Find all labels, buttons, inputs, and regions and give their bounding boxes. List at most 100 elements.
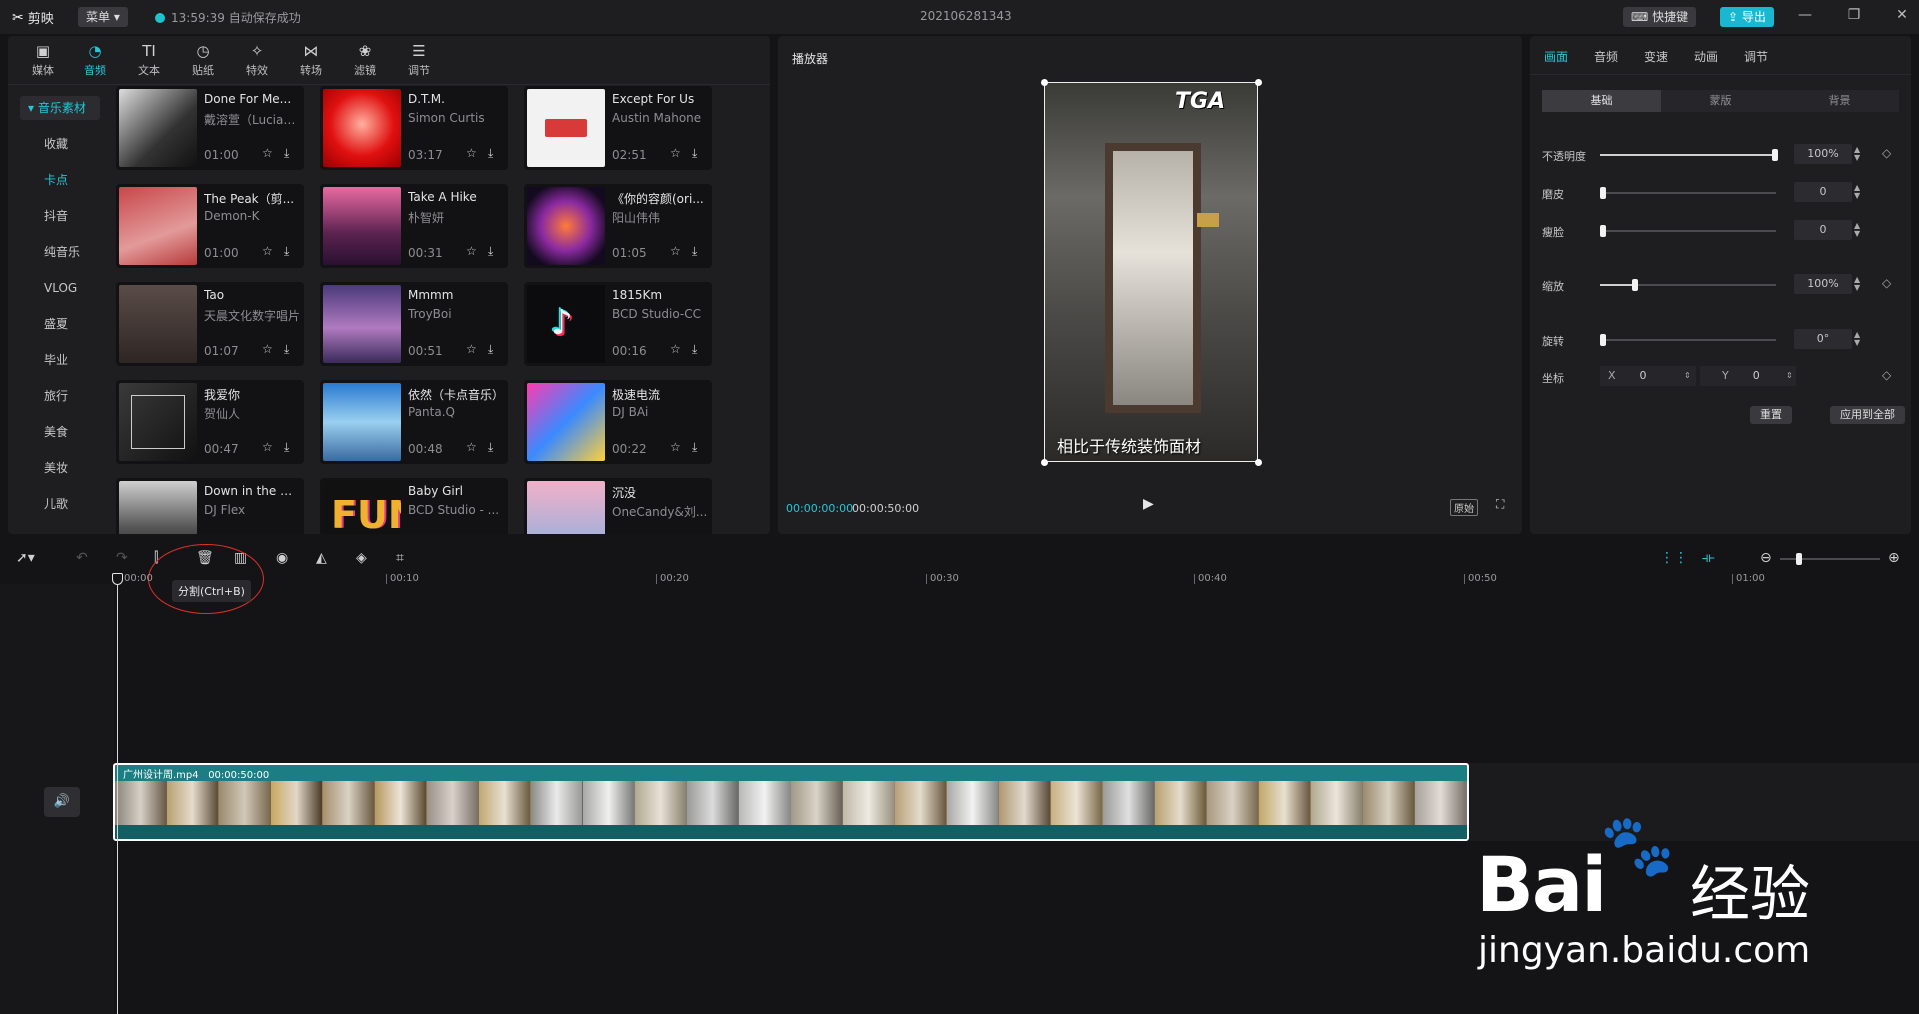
rotate-icon[interactable]: ◈ — [356, 550, 367, 566]
slim-face-value[interactable]: 0 — [1794, 220, 1852, 240]
music-card[interactable]: 依然（卡点音乐） Panta.Q 00:48 ☆ ⤓ — [320, 380, 508, 464]
stepper-icon[interactable]: ⇕ — [1684, 366, 1691, 386]
download-icon[interactable]: ⤓ — [488, 146, 493, 161]
resize-handle[interactable] — [1255, 79, 1262, 86]
tab-text[interactable]: TI 文本 — [122, 40, 176, 80]
undo-icon[interactable]: ↶ — [76, 550, 88, 566]
keyframe-icon[interactable]: ◇ — [1882, 276, 1891, 290]
music-card[interactable]: 我爱你 贺仙人 00:47 ☆ ⤓ — [116, 380, 304, 464]
tab-media[interactable]: ▣ 媒体 — [16, 40, 70, 80]
category-summer[interactable]: 盛夏 — [20, 312, 100, 336]
resize-handle[interactable] — [1041, 79, 1048, 86]
select-tool-icon[interactable]: ➚▾ — [16, 550, 35, 566]
music-card[interactable]: D.T.M. Simon Curtis 03:17 ☆ ⤓ — [320, 86, 508, 170]
star-icon[interactable]: ☆ — [466, 244, 477, 258]
category-beauty[interactable]: 美妆 — [20, 456, 100, 480]
close-icon[interactable]: ✕ — [1892, 7, 1912, 23]
zoom-slider[interactable] — [1780, 553, 1880, 565]
music-card[interactable]: ♪ 1815Km BCD Studio-CC 00:16 ☆ ⤓ — [524, 282, 712, 366]
slider-knob[interactable] — [1600, 187, 1606, 199]
original-ratio-button[interactable]: 原始 — [1450, 499, 1478, 516]
playhead[interactable] — [117, 574, 118, 1014]
scale-slider[interactable] — [1600, 279, 1776, 291]
tab-filter[interactable]: ❀ 滤镜 — [338, 40, 392, 80]
tab-animation[interactable]: 动画 — [1694, 48, 1718, 65]
smooth-skin-slider[interactable] — [1600, 187, 1776, 199]
slider-knob[interactable] — [1632, 279, 1638, 291]
tab-adjust[interactable]: ☰ 调节 — [392, 40, 446, 80]
category-favorites[interactable]: 收藏 — [20, 132, 100, 156]
music-card[interactable]: 沉没 OneCandy&刘... — [524, 478, 712, 534]
music-card[interactable]: Tao 天晨文化数字唱片 01:07 ☆ ⤓ — [116, 282, 304, 366]
segment-basic[interactable]: 基础 — [1542, 90, 1661, 112]
music-card[interactable]: Done For Me... 戴溶萱（Lucian... 01:00 ☆ ⤓ — [116, 86, 304, 170]
apply-to-all-button[interactable]: 应用到全部 — [1830, 406, 1905, 424]
star-icon[interactable]: ☆ — [262, 342, 273, 356]
category-travel[interactable]: 旅行 — [20, 384, 100, 408]
play-icon[interactable]: ▶ — [1143, 496, 1154, 512]
opacity-slider[interactable] — [1600, 149, 1778, 161]
music-card[interactable]: Except For Us Austin Mahone 02:51 ☆ ⤓ — [524, 86, 712, 170]
download-icon[interactable]: ⤓ — [284, 244, 289, 259]
reset-button[interactable]: 重置 — [1750, 406, 1792, 424]
resize-handle[interactable] — [1255, 459, 1262, 466]
track-audio-icon[interactable]: 🔊 — [44, 787, 80, 817]
resize-handle[interactable] — [1041, 459, 1048, 466]
restore-icon[interactable]: ❐ — [1844, 7, 1864, 23]
rotation-slider[interactable] — [1600, 334, 1776, 346]
tab-sticker[interactable]: ◷ 贴纸 — [176, 40, 230, 80]
star-icon[interactable]: ☆ — [466, 146, 477, 160]
export-button[interactable]: ⇪ 导出 — [1720, 7, 1774, 27]
stepper-icon[interactable]: ▲ ▼ — [1854, 184, 1860, 200]
tab-effects[interactable]: ✧ 特效 — [230, 40, 284, 80]
download-icon[interactable]: ⤓ — [284, 342, 289, 357]
minimize-icon[interactable]: — — [1795, 7, 1815, 23]
zoom-in-icon[interactable]: ⊕ — [1888, 550, 1900, 566]
zoom-out-icon[interactable]: ⊖ — [1760, 550, 1772, 566]
snap-icon[interactable]: ⋮⋮ — [1660, 550, 1688, 566]
slim-face-slider[interactable] — [1600, 225, 1776, 237]
star-icon[interactable]: ☆ — [670, 440, 681, 454]
fullscreen-icon[interactable]: ⛶ — [1496, 497, 1504, 512]
music-card[interactable]: 极速电流 DJ BAi 00:22 ☆ ⤓ — [524, 380, 712, 464]
stepper-icon[interactable]: ▲ ▼ — [1854, 331, 1860, 347]
position-x-field[interactable]: X 0 ⇕ — [1600, 366, 1696, 386]
video-preview[interactable]: TGA 相比于传统装饰面材 — [1044, 82, 1258, 462]
music-card[interactable]: Take A Hike 朴智妍 00:31 ☆ ⤓ — [320, 184, 508, 268]
category-pure-music[interactable]: 纯音乐 — [20, 240, 100, 264]
reverse-icon[interactable]: ◉ — [276, 550, 288, 566]
music-card[interactable]: Down in the D... DJ Flex — [116, 478, 304, 534]
keyframe-icon[interactable]: ◇ — [1882, 368, 1891, 382]
star-icon[interactable]: ☆ — [262, 244, 273, 258]
music-card[interactable]: 《你的容颜(ori... 阳山伟伟 01:05 ☆ ⤓ — [524, 184, 712, 268]
music-card[interactable]: The Peak（剪... Demon-K 01:00 ☆ ⤓ — [116, 184, 304, 268]
shortcut-button[interactable]: ⌨ 快捷键 — [1623, 7, 1697, 27]
star-icon[interactable]: ☆ — [670, 146, 681, 160]
slider-knob[interactable] — [1772, 149, 1778, 161]
download-icon[interactable]: ⤓ — [284, 440, 289, 455]
stepper-icon[interactable]: ⇕ — [1786, 366, 1793, 386]
playhead-handle[interactable] — [112, 573, 123, 585]
tab-audio-props[interactable]: 音频 — [1594, 48, 1618, 65]
download-icon[interactable]: ⤓ — [488, 342, 493, 357]
category-food[interactable]: 美食 — [20, 420, 100, 444]
slider-knob[interactable] — [1600, 225, 1606, 237]
tab-audio[interactable]: ◔ 音频 — [68, 40, 122, 80]
scale-value[interactable]: 100% — [1794, 274, 1852, 294]
music-card[interactable]: FUN Baby Girl BCD Studio - ... — [320, 478, 508, 534]
category-graduation[interactable]: 毕业 — [20, 348, 100, 372]
category-kids[interactable]: 儿歌 — [20, 492, 100, 516]
download-icon[interactable]: ⤓ — [488, 244, 493, 259]
star-icon[interactable]: ☆ — [466, 342, 477, 356]
category-music-material[interactable]: ▾ 音乐素材 — [20, 96, 100, 120]
link-icon[interactable]: ⟛ — [1702, 550, 1715, 566]
download-icon[interactable]: ⤓ — [692, 440, 697, 455]
stepper-icon[interactable]: ▲ ▼ — [1854, 222, 1860, 238]
crop-icon[interactable]: ⌗ — [396, 550, 404, 566]
rotation-value[interactable]: 0° — [1794, 329, 1852, 349]
star-icon[interactable]: ☆ — [670, 342, 681, 356]
mirror-icon[interactable]: ◭ — [316, 550, 327, 566]
slider-knob[interactable] — [1600, 334, 1606, 346]
slider-knob[interactable] — [1796, 553, 1802, 565]
menu-button[interactable]: 菜单 ▾ — [78, 7, 128, 27]
